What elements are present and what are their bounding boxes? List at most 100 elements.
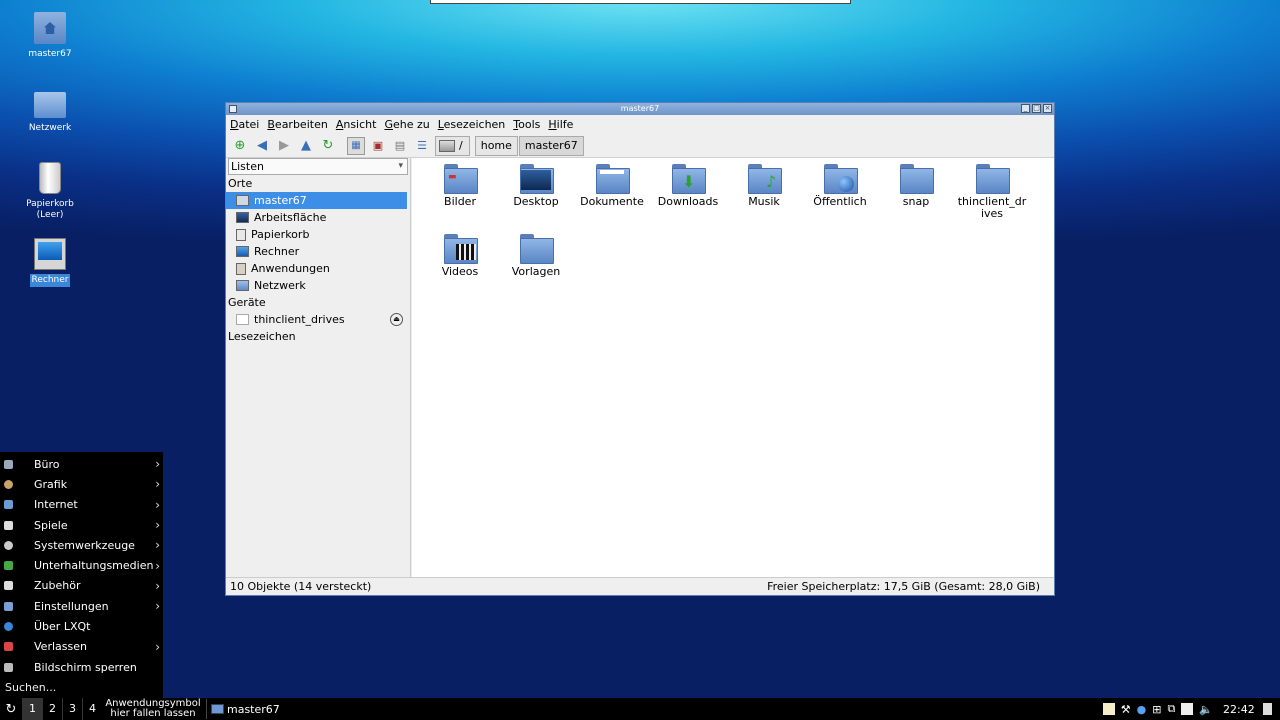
sidebar-item-desktop[interactable]: Arbeitsfläche — [226, 209, 407, 226]
menu-item-about[interactable]: Über LXQt — [0, 616, 163, 636]
sidebar-item-network[interactable]: Netzwerk — [226, 277, 407, 294]
status-bar: 10 Objekte (14 versteckt) Freier Speiche… — [226, 577, 1054, 595]
forward-icon[interactable]: ▶ — [275, 137, 293, 155]
file-name: Öffentlich — [813, 195, 867, 208]
file-item[interactable]: Desktop — [498, 164, 574, 220]
eject-icon[interactable]: ⏏ — [390, 313, 403, 326]
menu-item-accessories[interactable]: Zubehör › — [0, 576, 163, 596]
compact-view-icon[interactable]: ▤ — [391, 137, 409, 155]
menu-tools[interactable]: Tools — [513, 118, 540, 131]
folder-view[interactable]: ▬ Bilder Desktop Dokumente ⬇ Downloads ♪ Mu… — [412, 158, 1054, 578]
file-name: Videos — [441, 265, 479, 278]
menu-item-label: Büro — [34, 457, 60, 471]
sidebar-item-label: master67 — [254, 194, 307, 207]
window-titlebar[interactable]: master67 _ □ × — [226, 103, 1054, 115]
sidebar-item-trash[interactable]: Papierkorb — [226, 226, 407, 243]
taskbar-window-button[interactable]: master67 — [206, 699, 284, 719]
side-pane-mode-select[interactable]: Listen — [228, 158, 408, 175]
menu-item-office[interactable]: Büro › — [0, 454, 163, 474]
applications-icon — [236, 262, 246, 275]
window-title: master67 — [620, 104, 660, 113]
file-item[interactable]: Videos — [422, 234, 498, 278]
detail-view-icon[interactable]: ☰ — [413, 137, 431, 155]
menu-file[interactable]: Datei — [230, 118, 259, 131]
places-header: Orte — [228, 177, 253, 190]
file-name: thinclient_drives — [957, 195, 1027, 220]
close-button[interactable]: × — [1043, 104, 1052, 113]
clipboard-icon[interactable]: ⧉ — [1167, 702, 1175, 716]
videos-folder-icon — [444, 234, 478, 264]
clock[interactable]: 22:42 — [1223, 703, 1257, 716]
menu-item-multimedia[interactable]: Unterhaltungsmedien › — [0, 555, 163, 575]
menu-item-graphics[interactable]: Grafik › — [0, 474, 163, 494]
maximize-button[interactable]: □ — [1032, 104, 1041, 113]
desktop-icon-trash[interactable]: Papierkorb (Leer) — [20, 162, 80, 222]
desktop-switch-1[interactable]: 1 — [22, 698, 42, 720]
window-menu-icon[interactable] — [229, 105, 237, 113]
desktop-icon-home[interactable]: master67 — [20, 12, 80, 61]
file-item[interactable]: ▬ Bilder — [422, 164, 498, 220]
tools-icon[interactable]: ⚒ — [1121, 703, 1131, 716]
menu-item-settings[interactable]: Einstellungen › — [0, 596, 163, 616]
menu-item-label: Verlassen — [34, 640, 87, 654]
downloads-folder-icon: ⬇ — [672, 164, 706, 194]
path-segment-home[interactable]: home — [474, 135, 518, 156]
games-icon — [4, 520, 13, 530]
chevron-right-icon: › — [155, 457, 160, 472]
icon-view-icon[interactable]: ▦ — [347, 136, 365, 155]
menu-item-leave[interactable]: Verlassen › — [0, 637, 163, 657]
sidebar-item-applications[interactable]: Anwendungen — [226, 260, 407, 277]
sidebar-item-label: Netzwerk — [254, 279, 306, 292]
notes-icon[interactable] — [1102, 703, 1115, 715]
chevron-right-icon: › — [155, 599, 160, 614]
sidebar-item-label: Anwendungen — [251, 262, 330, 275]
file-item[interactable]: ♪ Musik — [726, 164, 802, 220]
new-tab-icon[interactable]: ⊕ — [231, 137, 249, 155]
menu-item-label: Zubehör — [34, 579, 81, 593]
menu-go[interactable]: Gehe zu — [384, 118, 429, 131]
file-item[interactable]: Öffentlich — [802, 164, 878, 220]
file-name: Desktop — [513, 195, 559, 208]
back-icon[interactable]: ◀ — [253, 137, 271, 155]
display-icon[interactable] — [1181, 703, 1194, 715]
file-item[interactable]: snap — [878, 164, 954, 220]
sidebar-item-home[interactable]: master67 — [226, 192, 407, 209]
desktop-switch-4[interactable]: 4 — [82, 698, 102, 720]
volume-icon[interactable]: 🔈 — [1199, 703, 1213, 716]
menu-search-input[interactable]: Suchen... — [5, 681, 56, 694]
thumbnail-view-icon[interactable]: ▣ — [369, 137, 387, 155]
show-desktop-icon[interactable] — [1263, 703, 1272, 715]
desktop-switch-2[interactable]: 2 — [42, 698, 62, 720]
menu-item-label: Spiele — [34, 518, 68, 532]
file-item[interactable]: Vorlagen — [498, 234, 574, 278]
menu-edit[interactable]: Bearbeiten — [267, 118, 327, 131]
up-icon[interactable]: ▲ — [297, 137, 315, 155]
chevron-right-icon: › — [155, 477, 160, 492]
office-icon — [4, 459, 13, 469]
file-item[interactable]: Dokumente — [574, 164, 650, 220]
menu-bookmarks[interactable]: Lesezeichen — [438, 118, 506, 131]
file-item[interactable]: thinclient_drives — [954, 164, 1030, 220]
network-status-icon[interactable]: ⊞ — [1152, 703, 1161, 716]
info-icon[interactable]: ● — [1137, 703, 1147, 716]
path-root-button[interactable]: / — [435, 135, 470, 156]
sidebar-item-computer[interactable]: Rechner — [226, 243, 407, 260]
menu-item-games[interactable]: Spiele › — [0, 515, 163, 535]
menu-help[interactable]: Hilfe — [548, 118, 573, 131]
desktop-icon-computer[interactable]: Rechner — [20, 238, 80, 287]
menu-view[interactable]: Ansicht — [336, 118, 377, 131]
file-item[interactable]: ⬇ Downloads — [650, 164, 726, 220]
desktop-switch-3[interactable]: 3 — [62, 698, 82, 720]
minimize-button[interactable]: _ — [1021, 104, 1030, 113]
menu-item-lock-screen[interactable]: Bildschirm sperren — [0, 657, 163, 677]
main-menu-button[interactable]: ↻ — [0, 702, 22, 717]
reload-icon[interactable]: ↻ — [319, 137, 337, 155]
desktop-icon-network[interactable]: Netzwerk — [20, 86, 80, 135]
chevron-right-icon: › — [155, 578, 160, 593]
quicklaunch-drop-area[interactable]: Anwendungsymbol hier fallen lassen — [104, 699, 202, 719]
sidebar-item-device[interactable]: thinclient_drives ⏏ — [226, 311, 407, 328]
menu-item-internet[interactable]: Internet › — [0, 495, 163, 515]
menu-item-system-tools[interactable]: Systemwerkzeuge › — [0, 535, 163, 555]
path-segment-current[interactable]: master67 — [518, 135, 584, 156]
public-folder-icon — [824, 164, 858, 194]
